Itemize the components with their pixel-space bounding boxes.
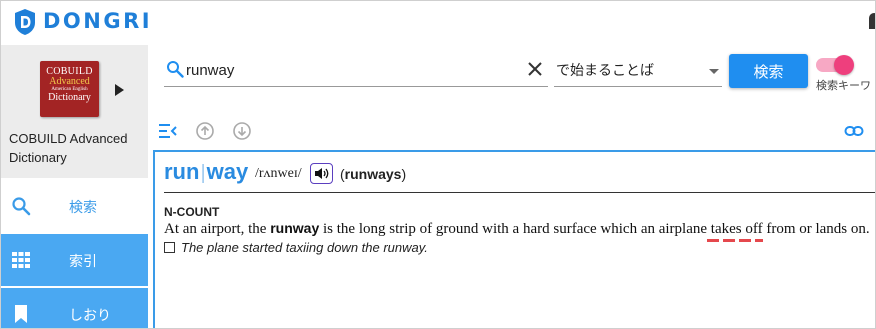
part-of-speech: N-COUNT (164, 205, 220, 219)
dictionary-name: COBUILD Advanced Dictionary (9, 131, 128, 165)
search-bar: で始まることば 検索 検索キーワ (148, 45, 875, 105)
sidebar-item-label: しおり (69, 307, 111, 323)
bookmark-icon (15, 305, 27, 323)
search-field (164, 57, 548, 87)
syllable-separator: | (200, 162, 206, 184)
headword: run|way (164, 159, 248, 185)
top-bar: DONGRI (1, 1, 875, 45)
definition-text-after: is the long strip of ground with a hard … (319, 221, 870, 237)
search-mode-select[interactable]: で始まることば (554, 57, 722, 87)
cover-line-2: Advanced (49, 76, 90, 87)
cover-line-4: Dictionary (48, 92, 91, 103)
divider (164, 192, 875, 193)
definition-keyword: runway (270, 220, 320, 236)
search-button[interactable]: 検索 (729, 54, 808, 88)
speaker-button[interactable] (310, 163, 333, 184)
headword-part-1: run (164, 159, 200, 184)
sidebar-item-search[interactable]: 検索 (1, 180, 148, 232)
up-arrow-icon[interactable] (195, 121, 215, 141)
sidebar: COBUILD Advanced American English Dictio… (1, 45, 148, 328)
toggle-knob (834, 55, 854, 75)
plural-word: runways (344, 166, 402, 182)
app-title: DONGRI (43, 9, 153, 33)
dictionary-selector[interactable]: COBUILD Advanced American English Dictio… (1, 45, 148, 178)
keyword-toggle-label: 検索キーワ (816, 80, 871, 92)
sidebar-item-label: 索引 (69, 253, 97, 269)
chevron-down-icon (709, 69, 719, 74)
close-icon[interactable] (526, 60, 544, 78)
play-arrow-icon[interactable] (115, 84, 124, 96)
definition-text-before: At an airport, the (164, 221, 271, 237)
search-input[interactable] (186, 59, 516, 81)
example-sentence: The plane started taxiing down the runwa… (164, 240, 428, 255)
pronunciation: /rʌnweɪ/ (255, 166, 302, 181)
collapse-list-icon[interactable] (158, 121, 178, 141)
dongri-logo-icon (15, 9, 35, 35)
keyword-toggle[interactable] (816, 55, 854, 75)
entry-content: run|way /rʌnweɪ/ (runways) N-COUNT At an… (153, 150, 875, 328)
dictionary-cover-image: COBUILD Advanced American English Dictio… (40, 61, 99, 117)
sidebar-item-label: 検索 (69, 199, 97, 215)
search-mode-value: で始まることば (556, 62, 654, 78)
definition: At an airport, the runway is the long st… (164, 220, 872, 238)
search-icon (167, 61, 184, 78)
sidebar-item-index[interactable]: 索引 (1, 234, 148, 286)
search-icon (12, 197, 31, 216)
user-icon[interactable] (869, 13, 875, 29)
spellcheck-underline (707, 239, 763, 242)
down-arrow-icon[interactable] (232, 121, 252, 141)
example-text: The plane started taxiing down the runwa… (181, 240, 428, 255)
result-toolbar (148, 105, 875, 151)
plural-form: (runways) (340, 166, 407, 182)
link-icon[interactable] (844, 121, 864, 141)
sidebar-item-bookmarks[interactable]: しおり (1, 288, 148, 328)
example-checkbox-icon (164, 242, 175, 253)
grid-icon (12, 252, 30, 268)
app-window: DONGRI COBUILD Advanced American English… (0, 0, 876, 329)
headword-part-2: way (206, 159, 249, 184)
speaker-icon (315, 168, 329, 179)
